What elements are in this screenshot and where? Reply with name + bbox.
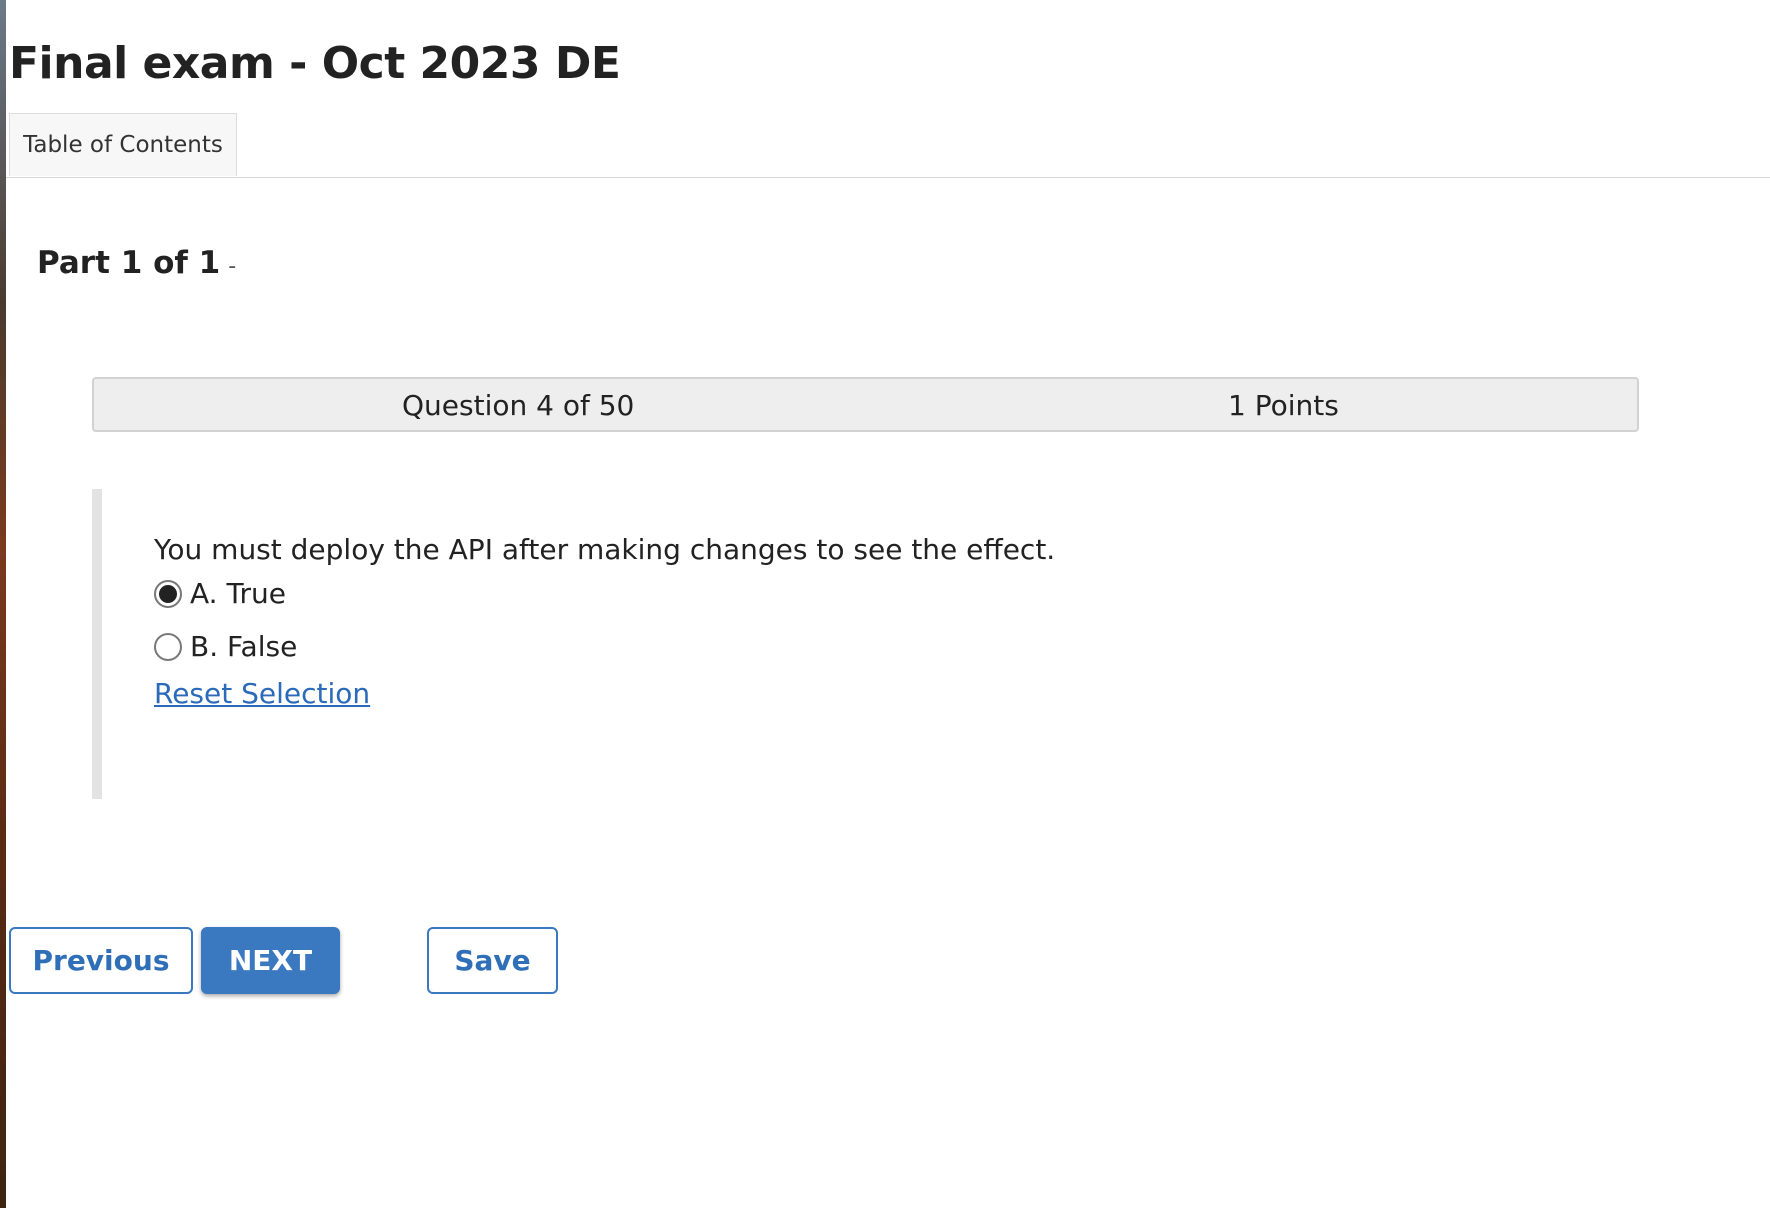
tab-label: Table of Contents	[23, 132, 223, 158]
window-edge	[0, 0, 6, 1208]
radio-selected-icon[interactable]	[154, 579, 182, 608]
part-heading-text: Part 1 of 1	[37, 245, 221, 281]
part-heading: Part 1 of 1-	[37, 245, 236, 281]
page-title: Final exam - Oct 2023 DE	[9, 38, 621, 89]
answer-option-a[interactable]: A. True	[154, 577, 286, 610]
save-button[interactable]: Save	[427, 927, 558, 994]
radio-dot	[159, 584, 177, 603]
tab-table-of-contents[interactable]: Table of Contents	[9, 113, 237, 176]
answer-option-label: B. False	[190, 630, 298, 663]
part-heading-dash: -	[228, 254, 237, 279]
question-points: 1 Points	[1228, 389, 1339, 422]
reset-selection-link[interactable]: Reset Selection	[154, 677, 370, 710]
question-text: You must deploy the API after making cha…	[154, 533, 1056, 566]
radio-unselected-icon[interactable]	[154, 632, 182, 661]
tab-divider	[6, 177, 1770, 178]
question-number: Question 4 of 50	[402, 389, 635, 422]
answer-option-b[interactable]: B. False	[154, 630, 297, 663]
question-header-bar: Question 4 of 50 1 Points	[92, 377, 1639, 432]
answer-option-label: A. True	[190, 577, 286, 610]
next-button[interactable]: NEXT	[201, 927, 340, 994]
previous-button[interactable]: Previous	[9, 927, 193, 994]
question-body: You must deploy the API after making cha…	[92, 489, 1102, 799]
